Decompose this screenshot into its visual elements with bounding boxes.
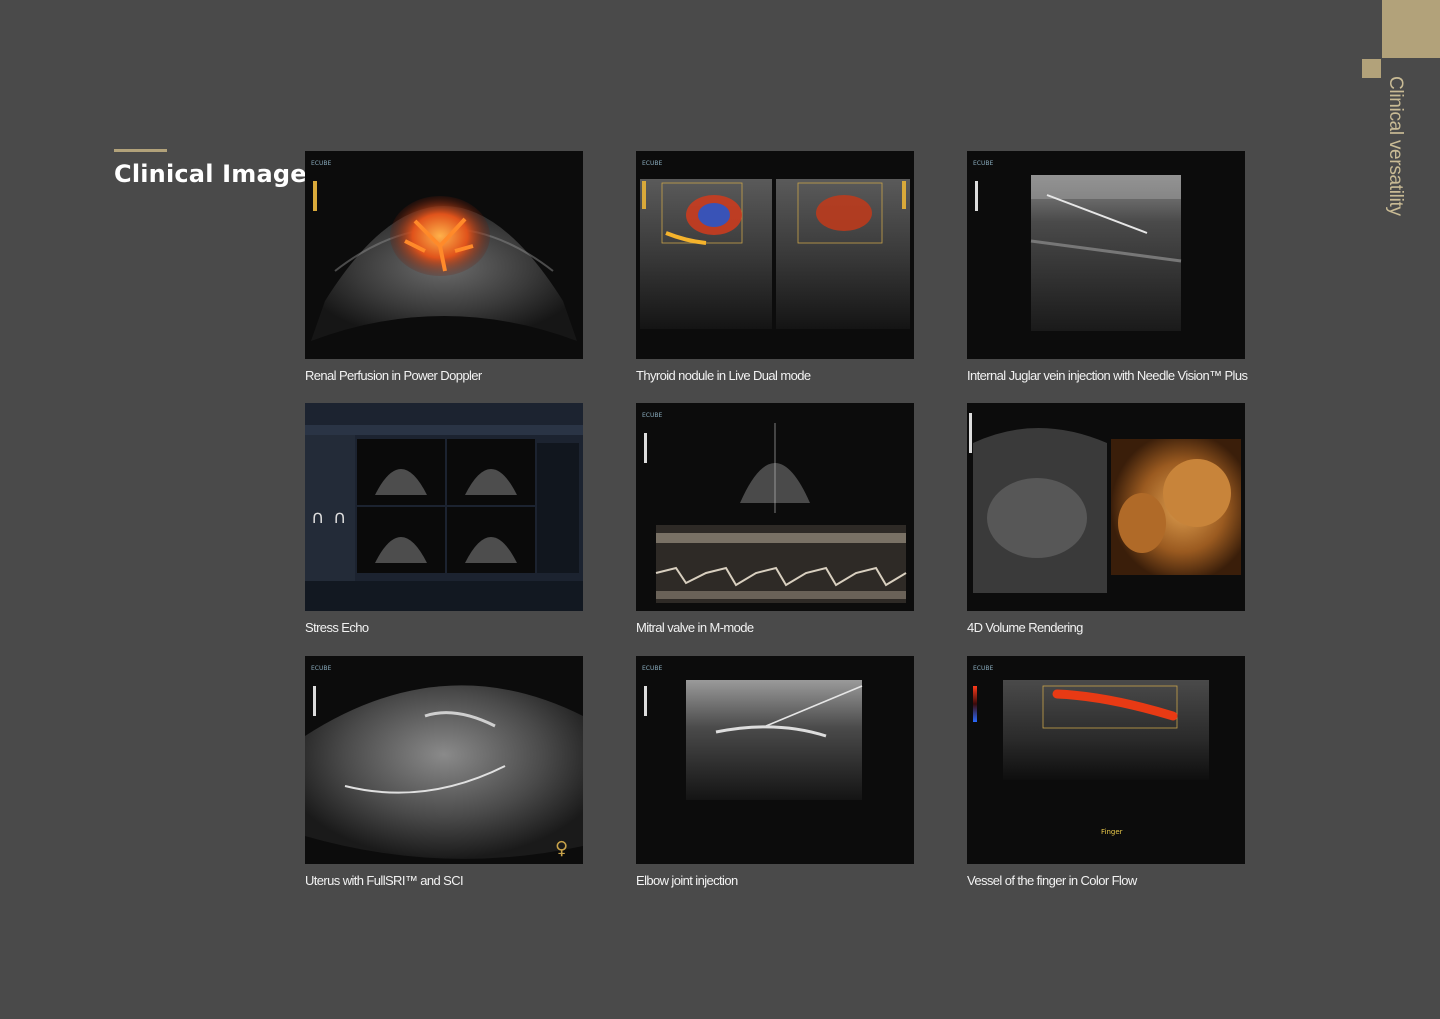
volume-rendering-graphic	[969, 413, 1241, 593]
brand-logo: ECUBE	[642, 412, 662, 419]
finger-label: Finger	[1101, 828, 1123, 836]
image-card-finger: Finger ECUBE Vessel of the finger in Col…	[967, 656, 1245, 888]
image-caption: Mitral valve in M-mode	[636, 620, 754, 635]
renal-ultrasound-image: ECUBE	[305, 151, 583, 359]
image-caption: Renal Perfusion in Power Doppler	[305, 368, 482, 383]
thyroid-ultrasound-graphic: ECUBE	[640, 160, 910, 329]
image-card-uterus: ♀ ECUBE Uterus with FullSRI™ and SCI	[305, 656, 583, 888]
corner-accent-square	[1362, 59, 1381, 78]
uterus-ultrasound-image: ♀ ECUBE	[305, 656, 583, 864]
side-tab-label: Clinical versatility	[1385, 76, 1406, 216]
volume-rendering-image	[967, 403, 1245, 611]
brand-logo: ECUBE	[311, 665, 331, 672]
stress-echo-image: ∩ ∩	[305, 403, 583, 611]
image-caption: Uterus with FullSRI™ and SCI	[305, 873, 464, 888]
stress-echo-graphic: ∩ ∩	[305, 403, 583, 611]
svg-text:♀: ♀	[555, 838, 568, 859]
svg-text:∩: ∩	[311, 507, 324, 528]
image-caption: Elbow joint injection	[636, 873, 738, 888]
image-caption: Stress Echo	[305, 620, 369, 635]
mitral-mmode-image: ECUBE	[636, 403, 914, 611]
image-card-jugular: ECUBE Internal Juglar vein injection wit…	[967, 151, 1248, 383]
image-card-elbow: ECUBE Elbow joint injection	[636, 656, 914, 888]
brand-logo: ECUBE	[642, 160, 662, 167]
image-caption: Thyroid nodule in Live Dual mode	[636, 368, 811, 383]
corner-accent-block	[1382, 0, 1440, 58]
title-rule	[114, 149, 167, 152]
brand-logo: ECUBE	[311, 160, 331, 167]
elbow-ultrasound-image: ECUBE	[636, 656, 914, 864]
image-card-stress-echo: ∩ ∩ Stress Echo	[305, 403, 583, 635]
image-card-thyroid: ECUBE Thyroid nodule in Live Dual mode	[636, 151, 914, 383]
elbow-ultrasound-graphic: ECUBE	[642, 665, 863, 800]
renal-ultrasound-graphic: ECUBE	[311, 160, 577, 341]
uterus-ultrasound-graphic: ♀ ECUBE	[305, 665, 583, 859]
image-caption: Vessel of the finger in Color Flow	[967, 873, 1137, 888]
image-card-renal: ECUBE Renal Perfusion in Power Doppler	[305, 151, 583, 383]
finger-color-flow-graphic: Finger ECUBE	[973, 665, 1209, 836]
jugular-ultrasound-image: ECUBE	[967, 151, 1245, 359]
brand-logo: ECUBE	[973, 160, 993, 167]
brand-logo: ECUBE	[973, 665, 993, 672]
image-card-mitral: ECUBE Mitral valve in M-mode	[636, 403, 914, 635]
image-card-4d: 4D Volume Rendering	[967, 403, 1245, 635]
jugular-ultrasound-graphic: ECUBE	[973, 160, 1182, 331]
brand-logo: ECUBE	[642, 665, 662, 672]
svg-text:∩: ∩	[333, 507, 346, 528]
image-caption: 4D Volume Rendering	[967, 620, 1083, 635]
image-caption: Internal Juglar vein injection with Need…	[967, 368, 1248, 383]
mitral-mmode-graphic: ECUBE	[642, 412, 907, 603]
finger-color-flow-image: Finger ECUBE	[967, 656, 1245, 864]
page-title: Clinical Image	[114, 160, 307, 188]
thyroid-ultrasound-image: ECUBE	[636, 151, 914, 359]
